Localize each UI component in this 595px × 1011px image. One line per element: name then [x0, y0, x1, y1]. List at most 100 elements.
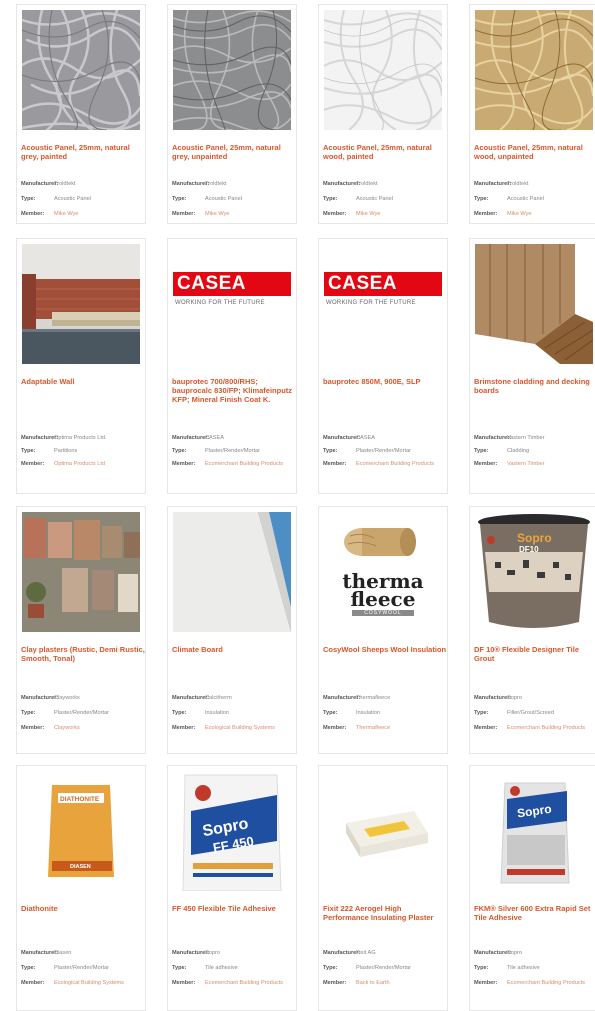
sopro-bucket-label: Sopro — [517, 531, 552, 545]
product-title[interactable]: DF 10® Flexible Designer Tile Grout — [474, 645, 595, 663]
manufacturer-value: Vastern Timber — [507, 435, 545, 441]
type-label: Type: — [474, 964, 489, 971]
member-link[interactable]: Ecomerchant Building Products — [507, 980, 593, 987]
member-label: Member: — [172, 724, 196, 731]
casea-tagline: WORKING FOR THE FUTURE — [175, 300, 265, 306]
product-card[interactable]: Climate Board Manufacturer:Calcitherm Ty… — [167, 506, 297, 754]
product-title[interactable]: FF 450 Flexible Tile Adhesive — [172, 904, 296, 913]
product-image[interactable]: Sopro DF10 — [475, 512, 593, 632]
member-label: Member: — [474, 210, 498, 217]
product-title[interactable]: Adaptable Wall — [21, 377, 145, 386]
manufacturer-label: Manufacturer: — [474, 950, 512, 956]
product-meta: Manufacturer:CASEA Type: Plaster/Render/M… — [172, 435, 296, 467]
product-title[interactable]: Acoustic Panel, 25mm, natural wood, pain… — [323, 143, 447, 161]
product-title[interactable]: CosyWool Sheeps Wool Insulation — [323, 645, 447, 654]
product-title[interactable]: Brimstone cladding and decking boards — [474, 377, 595, 395]
product-card[interactable]: Acoustic Panel, 25mm, natural grey, pain… — [16, 4, 146, 224]
product-image[interactable]: CASEA WORKING FOR THE FUTURE — [324, 244, 442, 364]
product-card[interactable]: CASEA WORKING FOR THE FUTURE bauprotec 7… — [167, 238, 297, 494]
type-label: Type: — [323, 709, 338, 716]
product-image[interactable]: therma fleece COSYWOOL — [324, 512, 442, 632]
product-image[interactable] — [324, 771, 442, 891]
product-image[interactable] — [173, 10, 291, 130]
product-image[interactable]: DIATHONITE DIASEN — [22, 771, 140, 891]
product-title[interactable]: Fixit 222 Aerogel High Performance Insul… — [323, 904, 447, 922]
type-label: Type: — [474, 709, 489, 716]
product-title[interactable]: bauprotec 700/800/RHS; bauprocalc 830/FP… — [172, 377, 296, 404]
product-image[interactable] — [475, 10, 593, 130]
product-title[interactable]: Clay plasters (Rustic, Demi Rustic, Smoo… — [21, 645, 145, 663]
member-label: Member: — [323, 979, 347, 986]
product-meta: Manufacturer:Vastern Timber Type: Claddin… — [474, 435, 595, 467]
type-value: Tile adhesive — [205, 964, 238, 971]
member-link[interactable]: Mike Wye — [507, 211, 593, 218]
type-value: Plaster/Render/Mortar — [356, 964, 412, 971]
type-label: Type: — [172, 964, 187, 971]
type-value: Acoustic Panel — [356, 195, 394, 202]
member-link[interactable]: Ecomerchant Building Products — [205, 980, 291, 987]
product-meta: Manufacturer:Clayworks Type: Plaster/Rend… — [21, 695, 145, 731]
product-card[interactable]: Acoustic Panel, 25mm, natural grey, unpa… — [167, 4, 297, 224]
member-link[interactable]: Ecological Building Systems — [205, 725, 291, 732]
manufacturer-value: CASEA — [356, 435, 375, 441]
product-grid: Acoustic Panel, 25mm, natural grey, pain… — [0, 0, 595, 1011]
member-link[interactable]: Mike Wye — [54, 211, 140, 218]
product-image[interactable] — [173, 512, 291, 632]
product-meta: Manufacturer:Troldtekt Type: Acoustic Pan… — [172, 181, 296, 217]
product-card[interactable]: Acoustic Panel, 25mm, natural wood, unpa… — [469, 4, 595, 224]
casea-logo: CASEA — [173, 272, 291, 296]
product-card[interactable]: Brimstone cladding and decking boards Ma… — [469, 238, 595, 494]
product-card[interactable]: Clay plasters (Rustic, Demi Rustic, Smoo… — [16, 506, 146, 754]
member-link[interactable]: Ecomerchant Building Products — [507, 725, 593, 732]
product-image[interactable]: CASEA WORKING FOR THE FUTURE — [173, 244, 291, 364]
product-meta: Manufacturer:Troldtekt Type: Acoustic Pan… — [474, 181, 595, 217]
product-card[interactable]: Sopro FF 450 FF 450 Flexible Tile Adhesi… — [167, 765, 297, 1011]
product-card[interactable]: Acoustic Panel, 25mm, natural wood, pain… — [318, 4, 448, 224]
type-value: Plaster/Render/Mortar — [356, 447, 412, 454]
type-value: Tile adhesive — [507, 964, 540, 971]
product-image[interactable] — [22, 244, 140, 364]
member-label: Member: — [21, 979, 45, 986]
product-card[interactable]: therma fleece COSYWOOL CosyWool Sheeps W… — [318, 506, 448, 754]
product-title[interactable]: bauprotec 850M, 900E, SLP — [323, 377, 447, 386]
product-image[interactable] — [324, 10, 442, 130]
member-link[interactable]: Thermafleece — [356, 725, 442, 732]
product-image[interactable] — [22, 512, 140, 632]
member-link[interactable]: Mike Wye — [356, 211, 442, 218]
member-link[interactable]: Back to Earth — [356, 980, 442, 987]
member-link[interactable]: Mike Wye — [205, 211, 291, 218]
member-link[interactable]: Ecomerchant Building Products — [205, 461, 291, 468]
member-link[interactable]: Ecomerchant Building Products — [356, 461, 442, 468]
product-title[interactable]: Acoustic Panel, 25mm, natural wood, unpa… — [474, 143, 595, 161]
type-value: Partitions — [54, 447, 78, 454]
manufacturer-label: Manufacturer: — [21, 695, 59, 701]
product-image[interactable] — [22, 10, 140, 130]
member-link[interactable]: Optima Products Ltd — [54, 461, 140, 468]
member-link[interactable]: Clayworks — [54, 725, 140, 732]
member-label: Member: — [172, 979, 196, 986]
product-title[interactable]: Diathonite — [21, 904, 145, 913]
product-image[interactable] — [475, 244, 593, 364]
member-label: Member: — [474, 724, 498, 731]
product-card[interactable]: CASEA WORKING FOR THE FUTURE bauprotec 8… — [318, 238, 448, 494]
member-label: Member: — [323, 460, 347, 467]
product-title[interactable]: Acoustic Panel, 25mm, natural grey, pain… — [21, 143, 145, 161]
product-card[interactable]: Fixit 222 Aerogel High Performance Insul… — [318, 765, 448, 1011]
product-title[interactable]: Acoustic Panel, 25mm, natural grey, unpa… — [172, 143, 296, 161]
product-card[interactable]: Sopro DF10 DF 10® Flexible Designer Tile… — [469, 506, 595, 754]
manufacturer-value: Troldtekt — [356, 181, 378, 187]
type-value: Acoustic Panel — [507, 195, 545, 202]
manufacturer-label: Manufacturer: — [172, 695, 210, 701]
type-label: Type: — [21, 964, 36, 971]
product-image[interactable]: Sopro FF 450 — [173, 771, 291, 891]
product-card[interactable]: Adaptable Wall Manufacturer:Optima Produ… — [16, 238, 146, 494]
product-image[interactable]: Sopro — [475, 771, 593, 891]
product-title[interactable]: Climate Board — [172, 645, 296, 654]
product-title[interactable]: FKM® Silver 600 Extra Rapid Set Tile Adh… — [474, 904, 595, 922]
manufacturer-label: Manufacturer: — [172, 435, 210, 441]
product-card[interactable]: Sopro FKM® Silver 600 Extra Rapid Set Ti… — [469, 765, 595, 1011]
member-link[interactable]: Ecological Building Systems — [54, 980, 140, 987]
member-link[interactable]: Vastern Timber — [507, 461, 593, 468]
type-label: Type: — [474, 195, 489, 202]
product-card[interactable]: DIATHONITE DIASEN Diathonite Manufacture… — [16, 765, 146, 1011]
